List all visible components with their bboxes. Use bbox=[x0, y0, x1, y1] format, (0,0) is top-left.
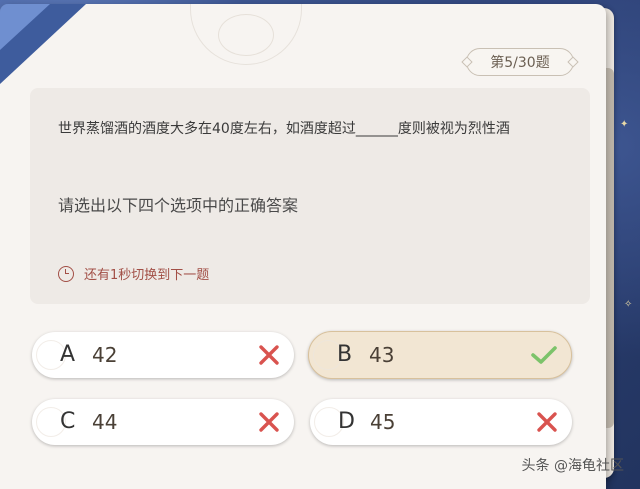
star-icon: ✧ bbox=[624, 299, 633, 310]
cross-icon bbox=[537, 412, 557, 432]
question-counter-badge: 第5/30题 bbox=[466, 48, 574, 76]
star-icon: ✦ bbox=[620, 119, 629, 130]
option-value: 44 bbox=[92, 410, 118, 434]
source-watermark: 头条 @海龟社区 bbox=[521, 458, 624, 474]
cross-icon bbox=[259, 345, 279, 365]
option-letter: A bbox=[60, 342, 76, 367]
option-value: 43 bbox=[369, 343, 395, 367]
corner-ribbon-highlight bbox=[0, 4, 50, 50]
option-letter: D bbox=[338, 409, 355, 434]
option-letter: C bbox=[60, 409, 76, 434]
option-value: 42 bbox=[92, 343, 118, 367]
question-text: 世界蒸馏酒的酒度大多在40度左右，如酒度超过______度则被视为烈性酒 bbox=[58, 121, 510, 137]
option-letter: B bbox=[337, 342, 353, 367]
countdown-timer: 还有1秒切换到下一题 bbox=[58, 264, 209, 283]
option-d-button[interactable]: D 45 bbox=[310, 399, 572, 445]
cross-icon bbox=[259, 412, 279, 432]
check-icon bbox=[531, 346, 557, 364]
question-panel: 世界蒸馏酒的酒度大多在40度左右，如酒度超过______度则被视为烈性酒 请选出… bbox=[30, 88, 590, 304]
question-instruction: 请选出以下四个选项中的正确答案 bbox=[58, 196, 299, 215]
option-value: 45 bbox=[370, 410, 396, 434]
option-b-button[interactable]: B 43 bbox=[308, 331, 572, 379]
option-c-button[interactable]: C 44 bbox=[32, 399, 294, 445]
option-a-button[interactable]: A 42 bbox=[32, 332, 294, 378]
clock-icon bbox=[58, 265, 74, 282]
quiz-card: 第5/30题 世界蒸馏酒的酒度大多在40度左右，如酒度超过______度则被视为… bbox=[0, 4, 606, 489]
timer-text: 还有1秒切换到下一题 bbox=[84, 268, 210, 283]
decorative-emblem-inner bbox=[218, 14, 274, 56]
